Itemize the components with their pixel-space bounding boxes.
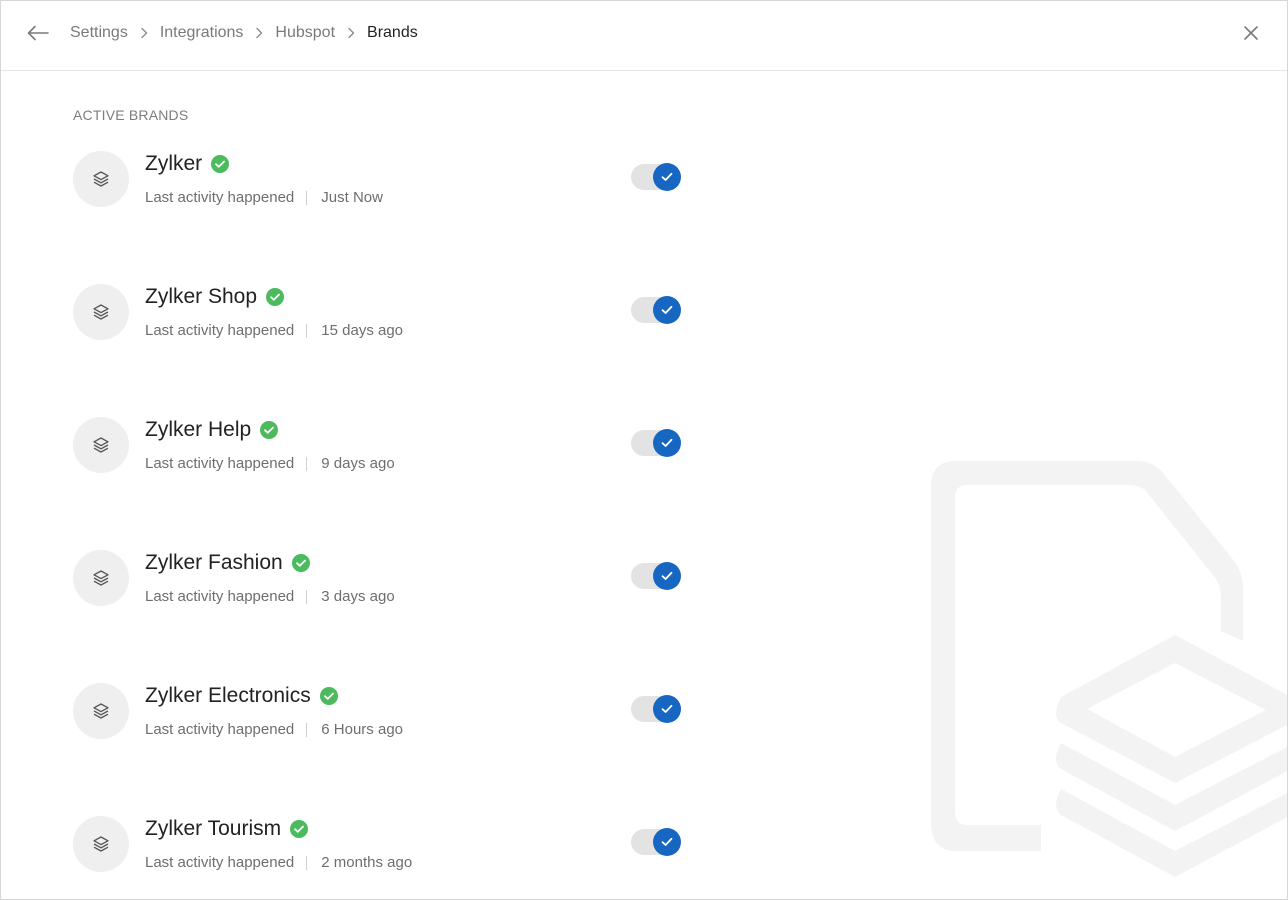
- breadcrumb-hubspot[interactable]: Hubspot: [275, 24, 335, 42]
- brand-list: Zylker Last activity happened Just Now Z…: [73, 147, 713, 899]
- brand-avatar: [73, 151, 129, 207]
- header: Settings Integrations Hubspot Brands: [1, 1, 1287, 71]
- brand-title: Zylker Shop: [145, 282, 285, 312]
- meta-divider: [306, 722, 308, 737]
- meta-divider: [306, 323, 308, 338]
- layers-icon: [93, 171, 109, 187]
- brand-name: Zylker Fashion: [145, 551, 283, 574]
- meta-label: Last activity happened: [145, 189, 295, 206]
- last-activity: 6 Hours ago: [321, 721, 403, 738]
- meta-label: Last activity happened: [145, 322, 295, 339]
- back-button[interactable]: [25, 21, 51, 45]
- brand-name: Zylker Tourism: [145, 817, 282, 840]
- brand-row: Zylker Last activity happened Just Now: [73, 147, 713, 280]
- check-circle-icon: [319, 687, 338, 705]
- arrow-left-icon: [27, 25, 49, 41]
- toggle-knob: [653, 429, 681, 457]
- close-icon: [1244, 26, 1258, 40]
- check-circle-icon: [266, 288, 285, 306]
- brand-avatar: [73, 816, 129, 872]
- last-activity: 15 days ago: [321, 322, 404, 339]
- meta-divider: [306, 456, 308, 471]
- brand-meta: Last activity happened 15 days ago: [145, 322, 403, 339]
- toggle-knob: [653, 562, 681, 590]
- close-button[interactable]: [1239, 21, 1263, 45]
- brands-panel: Settings Integrations Hubspot Brands ACT…: [0, 0, 1288, 900]
- layers-icon: [93, 836, 109, 852]
- brand-name: Zylker Electronics: [145, 684, 311, 707]
- meta-label: Last activity happened: [145, 455, 295, 472]
- brand-title: Zylker Help: [145, 415, 279, 445]
- breadcrumb-integrations[interactable]: Integrations: [160, 24, 244, 42]
- brand-row: Zylker Electronics Last activity happene…: [73, 679, 713, 812]
- check-icon: [661, 571, 673, 580]
- brand-avatar: [73, 683, 129, 739]
- layers-icon: [93, 570, 109, 586]
- layers-icon: [93, 437, 109, 453]
- meta-label: Last activity happened: [145, 721, 295, 738]
- brand-toggle[interactable]: [631, 695, 683, 723]
- section-label: ACTIVE BRANDS: [73, 107, 189, 123]
- brand-meta: Last activity happened 9 days ago: [145, 455, 395, 472]
- brand-name: Zylker: [145, 152, 203, 175]
- check-icon: [661, 837, 673, 846]
- brand-name: Zylker Shop: [145, 285, 258, 308]
- toggle-knob: [653, 695, 681, 723]
- brand-row: Zylker Fashion Last activity happened 3 …: [73, 546, 713, 679]
- layers-icon: [93, 304, 109, 320]
- brand-avatar: [73, 417, 129, 473]
- chevron-right-icon: [347, 27, 355, 39]
- brand-row: Zylker Help Last activity happened 9 day…: [73, 413, 713, 546]
- brand-toggle[interactable]: [631, 828, 683, 856]
- check-icon: [661, 172, 673, 181]
- toggle-knob: [653, 828, 681, 856]
- brand-toggle[interactable]: [631, 429, 683, 457]
- toggle-knob: [653, 296, 681, 324]
- brand-title: Zylker Fashion: [145, 548, 310, 578]
- check-circle-icon: [291, 554, 310, 572]
- brand-avatar: [73, 284, 129, 340]
- brand-title: Zylker: [145, 149, 230, 179]
- brand-avatar: [73, 550, 129, 606]
- check-icon: [661, 305, 673, 314]
- chevron-right-icon: [255, 27, 263, 39]
- document-layers-watermark-icon: [931, 461, 1287, 877]
- meta-label: Last activity happened: [145, 588, 295, 605]
- brand-meta: Last activity happened Just Now: [145, 189, 383, 206]
- brand-title: Zylker Electronics: [145, 681, 338, 711]
- brand-row: Zylker Shop Last activity happened 15 da…: [73, 280, 713, 413]
- check-circle-icon: [211, 155, 230, 173]
- brand-meta: Last activity happened 2 months ago: [145, 854, 412, 871]
- last-activity: 9 days ago: [321, 455, 395, 472]
- breadcrumb: Settings Integrations Hubspot Brands: [70, 1, 418, 65]
- breadcrumb-current: Brands: [367, 24, 418, 41]
- meta-divider: [306, 589, 308, 604]
- last-activity: 3 days ago: [321, 588, 395, 605]
- check-circle-icon: [290, 820, 309, 838]
- brand-meta: Last activity happened 6 Hours ago: [145, 721, 403, 738]
- last-activity: Just Now: [321, 189, 383, 206]
- brand-name: Zylker Help: [145, 418, 252, 441]
- brand-meta: Last activity happened 3 days ago: [145, 588, 395, 605]
- brand-toggle[interactable]: [631, 163, 683, 191]
- check-icon: [661, 704, 673, 713]
- breadcrumb-settings[interactable]: Settings: [70, 24, 128, 42]
- brand-row: Zylker Tourism Last activity happened 2 …: [73, 812, 713, 899]
- brand-toggle[interactable]: [631, 296, 683, 324]
- meta-divider: [306, 190, 308, 205]
- chevron-right-icon: [140, 27, 148, 39]
- check-circle-icon: [260, 421, 279, 439]
- brand-title: Zylker Tourism: [145, 814, 309, 844]
- check-icon: [661, 438, 673, 447]
- last-activity: 2 months ago: [321, 854, 413, 871]
- meta-label: Last activity happened: [145, 854, 295, 871]
- brand-toggle[interactable]: [631, 562, 683, 590]
- meta-divider: [306, 855, 308, 870]
- toggle-knob: [653, 163, 681, 191]
- layers-icon: [93, 703, 109, 719]
